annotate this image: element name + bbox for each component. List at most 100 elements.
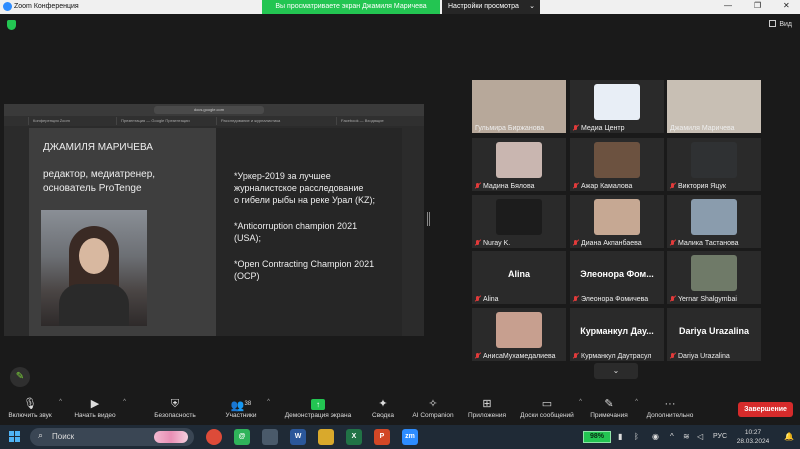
more-button[interactable]: ··· Дополнительно [642,393,698,425]
view-button[interactable]: Вид [769,20,792,28]
participant-tile[interactable]: Гульмира Биржанова [472,80,566,133]
notes-icon: ✎ [604,398,614,410]
mic-muted-icon [475,183,481,189]
participant-tile[interactable]: Dariya Urazalina Dariya Urazalina [667,308,761,361]
participant-tile[interactable]: Nuray K. [472,195,566,248]
participant-video [594,142,640,178]
participant-tile[interactable]: Элеонора Фом... Элеонора Фомичева [570,251,664,304]
award-line: *Уркер-2019 за лучшее [234,171,331,181]
file-explorer-icon[interactable] [318,429,334,445]
slide-right-panel: *Уркер-2019 за лучшее журналистское расс… [216,128,402,336]
mic-muted-icon [670,353,676,359]
notifications-icon[interactable]: 🔔 [784,432,794,441]
participant-name: Ажар Камалова [581,183,633,190]
participant-name: Элеонора Фомичева [581,296,649,303]
browser-tab: Расследование и журналистика [216,117,334,125]
taskbar-search[interactable]: ⌕ Поиск [30,428,194,446]
award-line: *Open Contracting Champion 2021 [234,259,375,269]
participant-name: Dariya Urazalina [678,353,730,360]
encryption-shield-icon[interactable] [7,20,16,30]
chevron-up-icon[interactable]: ^ [123,399,126,405]
participant-name-label: Курманкул Даутрасул [573,353,651,360]
participants-button[interactable]: 👥38 Участники ^ [220,393,270,425]
whiteboard-icon: ▭ [541,398,553,410]
participant-name: Курманкул Даутрасул [581,353,652,360]
participant-video [496,142,542,178]
language-indicator[interactable]: РУС [713,433,727,440]
participant-name-label: АнисаМухамедалиева [475,353,556,360]
more-label: Дополнительно [646,412,694,419]
zoom-taskbar-icon[interactable]: zm [402,429,418,445]
view-settings-button[interactable]: Настройки просмотра ⌄ [442,0,540,14]
chevron-up-icon[interactable]: ^ [635,399,638,405]
powerpoint-icon[interactable]: P [374,429,390,445]
slide-left-panel: ДЖАМИЛЯ МАРИЧЕВА редактор, медиатренер, … [29,128,216,336]
chevron-up-icon[interactable]: ^ [670,432,674,441]
browser-url: docs.google.com [154,106,264,114]
participant-tile[interactable]: АнисаМухамедалиева [472,308,566,361]
windows-start-icon[interactable] [9,431,21,443]
viewing-share-banner: Вы просматриваете экран Джамиля Маричева [262,0,440,14]
apps-button[interactable]: ⊞ Приложения [464,393,510,425]
battery-indicator[interactable]: 98% [583,431,611,443]
unmute-button[interactable]: 🎙 Включить звук ^ [4,393,62,425]
excel-icon[interactable]: X [346,429,362,445]
minimize-icon[interactable]: — [724,1,732,10]
participant-display-name: Dariya Urazalina [678,326,750,336]
participant-tile[interactable]: Виктория Яцук [667,138,761,191]
chevron-up-icon[interactable]: ^ [59,399,62,405]
tray-icon[interactable]: ▮ [618,432,622,441]
share-screen-button[interactable]: ↑ Демонстрация экрана [280,393,356,425]
annotate-pen-icon[interactable]: ✎ [10,367,30,387]
chevron-up-icon[interactable]: ^ [267,399,270,405]
participant-tile[interactable]: Диана Акпанбаева [570,195,664,248]
shared-screen[interactable]: docs.google.com Конференция Zoom Презент… [4,104,424,336]
role-line: основатель ProTenge [43,183,142,194]
photo-body [59,284,129,326]
whiteboards-button[interactable]: ▭ Доски сообщений ^ [516,393,582,425]
award-line: журналистское расследование [234,183,364,193]
notes-button[interactable]: ✎ Примечания ^ [586,393,638,425]
chrome-icon[interactable] [206,429,222,445]
mic-muted-icon [475,353,481,359]
app-title: Zoom Конференция [14,3,79,10]
gallery-scroll-down-button[interactable]: ⌄ [594,363,638,379]
participant-tile[interactable]: Alina Alina [472,251,566,304]
maximize-icon[interactable]: ❐ [754,1,761,10]
participant-tile[interactable]: Джамиля Маричева [667,80,761,133]
participants-label: Участники [225,412,257,419]
tray-icon[interactable]: ◉ [652,432,659,441]
participant-name: Мадина Бялова [483,183,535,190]
mic-muted-icon [475,296,481,302]
mic-muted-icon [573,240,579,246]
start-video-button[interactable]: ▶ Начать видео ^ [70,393,126,425]
email-app-icon[interactable]: @ [234,429,250,445]
participant-name: Yernar Shalgymbai [678,296,737,303]
volume-icon[interactable]: ◁ [697,432,703,441]
wifi-icon[interactable]: ≋ [683,432,690,441]
participant-name: Медиа Центр [581,125,625,132]
photo-face [79,238,109,274]
participant-tile[interactable]: Медиа Центр [570,80,664,133]
participant-tile[interactable]: Курманкул Дау... Курманкул Даутрасул [570,308,664,361]
security-button[interactable]: ⛨ Безопасность [150,393,200,425]
chevron-up-icon[interactable]: ^ [579,399,582,405]
leave-meeting-button[interactable]: Завершение [738,402,793,417]
clock[interactable]: 10:27 28.03.2024 [733,428,773,446]
participant-name: Диана Акпанбаева [581,240,642,247]
award-text: *Open Contracting Champion 2021 (OCP) [234,258,394,282]
participant-tile[interactable]: Yernar Shalgymbai [667,251,761,304]
participant-tile[interactable]: Мадина Бялова [472,138,566,191]
participant-tile[interactable]: Малика Тастанова [667,195,761,248]
ai-companion-button[interactable]: ✧ AI Companion [408,393,458,425]
share-screen-icon: ↑ [280,396,356,412]
summary-button[interactable]: ✦ Сводка [366,393,400,425]
splitter-handle[interactable] [427,212,430,226]
close-icon[interactable]: ✕ [783,1,790,10]
bluetooth-icon[interactable]: ᛒ [634,432,639,441]
participant-tile[interactable]: Ажар Камалова [570,138,664,191]
word-icon[interactable]: W [290,429,306,445]
chevron-down-icon: ⌄ [529,3,535,10]
app-icon[interactable] [262,429,278,445]
participant-name: Alina [483,296,499,303]
